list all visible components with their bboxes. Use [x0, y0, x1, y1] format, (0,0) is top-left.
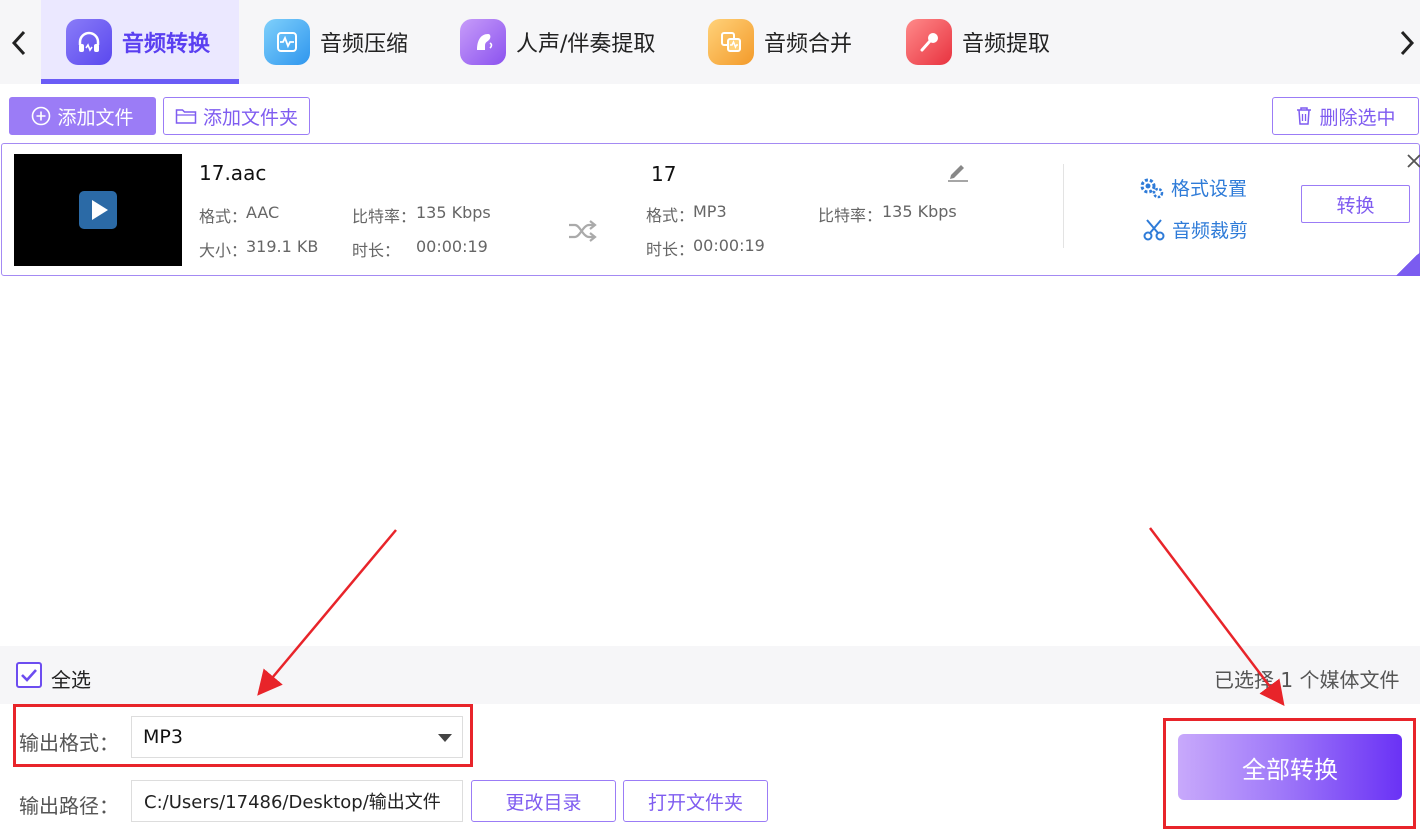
next-arrow-icon[interactable]	[1392, 26, 1420, 60]
delete-selected-label: 删除选中	[1319, 106, 1396, 129]
tab-audio-convert[interactable]: 音频转换	[41, 0, 239, 84]
source-format-label: 格式：	[199, 207, 248, 226]
source-bitrate-label: 比特率：	[352, 207, 417, 226]
tab-label: 人声/伴奏提取	[516, 32, 656, 57]
target-duration: 00:00:19	[693, 236, 765, 255]
add-folder-button[interactable]: 添加文件夹	[163, 97, 310, 135]
tab-audio-merge[interactable]: 音频合并	[708, 0, 888, 84]
tab-audio-compress[interactable]: 音频压缩	[264, 0, 444, 84]
audio-trim-label: 音频裁剪	[1172, 220, 1249, 242]
caret-down-icon	[438, 734, 452, 742]
checkmark-icon	[21, 669, 37, 682]
file-item-card[interactable]: 17.aac 格式： AAC 比特率： 135 Kbps 大小： 319.1 K…	[1, 143, 1420, 276]
output-path-label: 输出路径：	[19, 794, 119, 818]
tab-label: 音频合并	[764, 32, 853, 57]
prev-arrow-icon[interactable]	[4, 26, 34, 60]
tab-label: 音频转换	[122, 32, 211, 57]
target-duration-label: 时长：	[646, 240, 695, 259]
waveform-icon	[264, 19, 310, 65]
source-size-label: 大小：	[199, 241, 248, 260]
add-folder-label: 添加文件夹	[202, 106, 298, 129]
headphones-icon	[66, 19, 112, 65]
folder-icon	[175, 109, 197, 124]
source-duration-label: 时长：	[352, 241, 401, 260]
output-format-select[interactable]: MP3	[131, 716, 463, 758]
play-icon	[79, 191, 117, 229]
video-thumbnail[interactable]	[14, 154, 182, 266]
change-directory-label: 更改目录	[505, 791, 582, 814]
tab-label: 音频压缩	[320, 32, 409, 57]
card-divider	[1063, 164, 1064, 248]
selected-count: 已选择 1 个媒体文件	[1214, 668, 1400, 692]
output-format-value: MP3	[143, 726, 183, 748]
target-bitrate-label: 比特率：	[818, 206, 883, 225]
target-file-name: 17	[651, 162, 677, 186]
target-bitrate: 135 Kbps	[882, 202, 957, 221]
tab-vocal-extract[interactable]: 人声/伴奏提取	[460, 0, 680, 84]
merge-icon	[708, 19, 754, 65]
target-format-label: 格式：	[646, 206, 695, 225]
convert-label: 转换	[1336, 194, 1375, 217]
format-settings-link[interactable]: 格式设置	[1139, 174, 1247, 201]
change-directory-button[interactable]: 更改目录	[471, 780, 616, 822]
source-format: AAC	[246, 203, 280, 222]
microphone-icon	[906, 19, 952, 65]
tab-bar: 音频转换 音频压缩 人声/伴奏提取 音频合并 音频提取	[0, 0, 1420, 84]
source-size: 319.1 KB	[246, 237, 319, 256]
add-file-label: 添加文件	[57, 106, 134, 129]
tab-label: 音频提取	[962, 32, 1051, 57]
selected-check-icon	[1396, 252, 1420, 276]
voice-icon	[460, 19, 506, 65]
select-all-checkbox[interactable]	[16, 662, 42, 688]
convert-all-label: 全部转换	[1242, 755, 1338, 784]
target-format: MP3	[693, 202, 727, 221]
edit-pencil-icon[interactable]	[946, 162, 970, 182]
audio-trim-link[interactable]: 音频裁剪	[1142, 216, 1248, 243]
shuffle-arrows-icon	[569, 220, 597, 242]
select-all-label: 全选	[51, 668, 91, 692]
scissors-icon	[1143, 218, 1165, 240]
source-file-name: 17.aac	[199, 161, 267, 185]
delete-selected-button[interactable]: 删除选中	[1272, 97, 1419, 135]
convert-button[interactable]: 转换	[1301, 185, 1410, 223]
close-icon[interactable]	[1407, 154, 1420, 168]
open-folder-button[interactable]: 打开文件夹	[623, 780, 768, 822]
add-file-button[interactable]: 添加文件	[9, 97, 156, 135]
gears-icon	[1140, 178, 1164, 198]
selection-bar	[0, 646, 1420, 704]
trash-icon	[1297, 107, 1312, 125]
source-bitrate: 135 Kbps	[416, 203, 491, 222]
convert-all-button[interactable]: 全部转换	[1178, 734, 1402, 800]
plus-circle-icon	[32, 106, 51, 126]
output-format-label: 输出格式：	[19, 731, 119, 755]
source-duration: 00:00:19	[416, 237, 488, 256]
output-path-input[interactable]	[131, 780, 463, 822]
open-folder-label: 打开文件夹	[647, 791, 743, 814]
tab-audio-extract[interactable]: 音频提取	[906, 0, 1086, 84]
format-settings-label: 格式设置	[1171, 178, 1248, 200]
